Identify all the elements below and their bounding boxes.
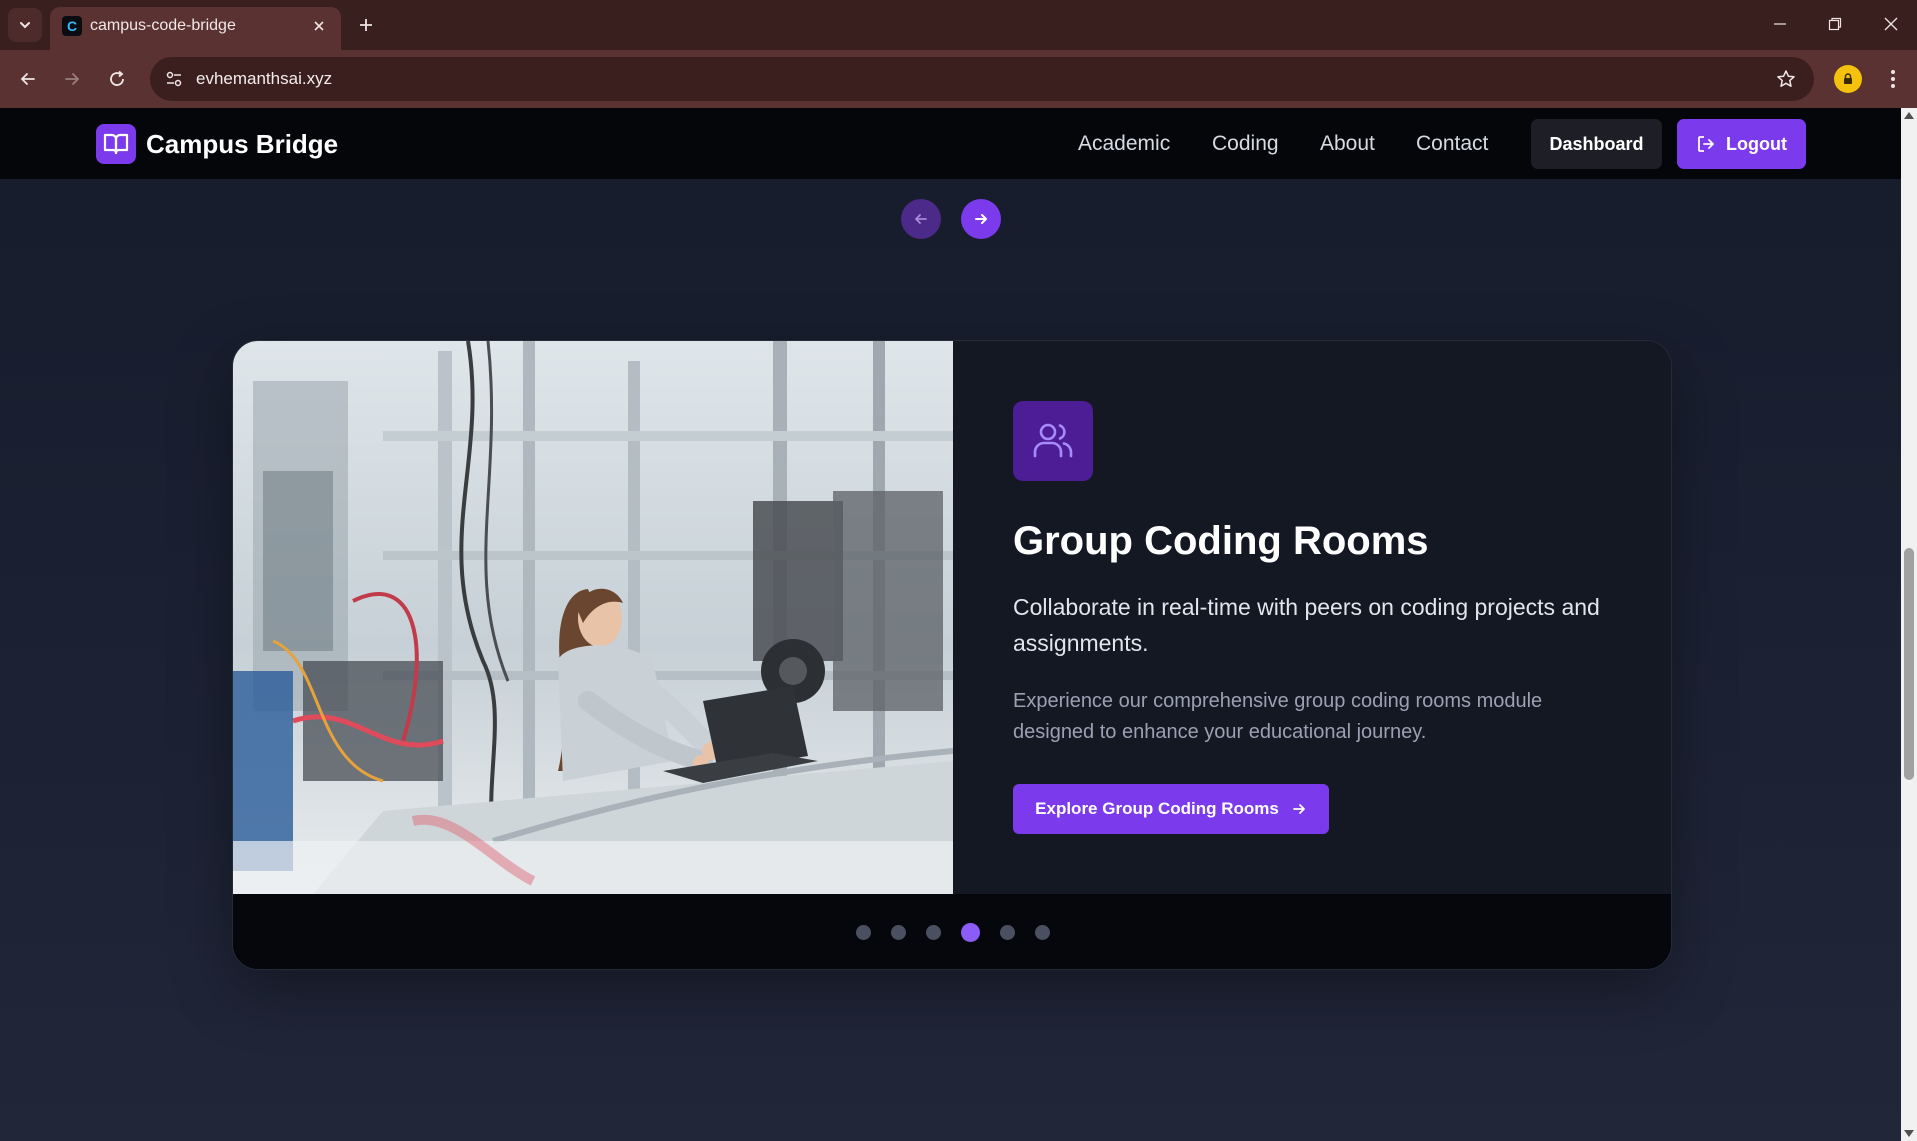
- star-icon: [1777, 70, 1795, 87]
- close-window-icon: [1884, 17, 1898, 31]
- arrow-left-icon: [915, 214, 927, 224]
- back-arrow-icon: [20, 73, 35, 85]
- profile-icon: [1844, 73, 1852, 84]
- minimize-button[interactable]: [1760, 8, 1800, 40]
- address-bar[interactable]: evhemanthsai.xyz: [150, 57, 1814, 101]
- logout-icon: [1698, 136, 1714, 152]
- carousel-dot-2[interactable]: [891, 925, 906, 940]
- minimize-icon: [1774, 23, 1786, 25]
- carousel-dot-5[interactable]: [1000, 925, 1015, 940]
- page-scrollbar[interactable]: [1901, 108, 1917, 1141]
- nav-academic[interactable]: Academic: [1078, 132, 1170, 156]
- brand-logo[interactable]: Campus Bridge: [96, 124, 338, 164]
- browser-menu-button[interactable]: [1878, 63, 1908, 95]
- feature-carousel-card: Group Coding Rooms Collaborate in real-t…: [232, 340, 1672, 970]
- feature-details-panel: Group Coding Rooms Collaborate in real-t…: [953, 341, 1671, 894]
- bookmark-button[interactable]: [1772, 65, 1800, 93]
- forward-arrow-icon: [65, 73, 80, 85]
- carousel-dot-3[interactable]: [926, 925, 941, 940]
- carousel-dot-1[interactable]: [856, 925, 871, 940]
- plus-icon: [360, 19, 372, 31]
- close-icon: [314, 21, 324, 31]
- browser-tab[interactable]: C campus-code-bridge: [50, 7, 341, 50]
- carousel-dot-4-active[interactable]: [961, 923, 980, 942]
- brand-name: Campus Bridge: [146, 128, 339, 159]
- carousel-prev-button[interactable]: [901, 199, 941, 239]
- restore-button[interactable]: [1815, 8, 1855, 40]
- explore-group-coding-rooms-button[interactable]: Explore Group Coding Rooms: [1013, 784, 1329, 834]
- scroll-thumb[interactable]: [1904, 548, 1914, 780]
- kebab-menu-icon: [1891, 70, 1895, 88]
- forward-button[interactable]: [56, 63, 88, 95]
- nav-coding[interactable]: Coding: [1212, 132, 1279, 156]
- favicon-icon: C: [62, 16, 82, 36]
- users-icon: [1013, 401, 1093, 481]
- site-header: Campus Bridge Academic Coding About Cont…: [0, 108, 1901, 179]
- arrow-right-icon: [1292, 804, 1305, 814]
- site-info-button[interactable]: [158, 63, 190, 95]
- arrow-right-icon: [975, 214, 987, 224]
- woman-working-on-laptop-in-lab-photo: [233, 341, 953, 894]
- logout-button[interactable]: Logout: [1677, 119, 1806, 169]
- site-info-icon: [166, 71, 182, 87]
- tab-close-button[interactable]: [309, 16, 329, 36]
- feature-description: Experience our comprehensive group codin…: [1013, 690, 1543, 743]
- restore-icon: [1828, 17, 1842, 31]
- nav-contact[interactable]: Contact: [1416, 132, 1488, 156]
- scroll-down-arrow-icon[interactable]: [1904, 1130, 1914, 1137]
- reload-button[interactable]: [101, 63, 133, 95]
- nav-about[interactable]: About: [1320, 132, 1375, 156]
- page-viewport: Campus Bridge Academic Coding About Cont…: [0, 108, 1901, 1141]
- close-window-button[interactable]: [1871, 8, 1911, 40]
- scroll-up-arrow-icon[interactable]: [1904, 112, 1914, 119]
- explore-button-label: Explore Group Coding Rooms: [1035, 799, 1279, 818]
- open-book-icon: [96, 124, 136, 164]
- logout-label: Logout: [1726, 133, 1787, 154]
- browser-toolbar: evhemanthsai.xyz: [0, 50, 1917, 108]
- carousel-indicators: [233, 894, 1671, 969]
- new-tab-button[interactable]: [352, 11, 380, 39]
- back-button[interactable]: [12, 63, 44, 95]
- feature-lead: Collaborate in real-time with peers on c…: [1013, 594, 1600, 656]
- reload-icon: [110, 70, 124, 86]
- tab-title: campus-code-bridge: [90, 17, 236, 34]
- dashboard-button[interactable]: Dashboard: [1531, 119, 1662, 169]
- tab-list-button[interactable]: [8, 8, 42, 42]
- profile-button[interactable]: [1834, 65, 1862, 93]
- browser-tabstrip: C campus-code-bridge: [0, 0, 1917, 50]
- carousel-dot-6[interactable]: [1035, 925, 1050, 940]
- carousel-next-button[interactable]: [961, 199, 1001, 239]
- feature-title: Group Coding Rooms: [1013, 519, 1429, 563]
- url-text[interactable]: evhemanthsai.xyz: [196, 69, 332, 89]
- chevron-down-icon: [20, 22, 30, 29]
